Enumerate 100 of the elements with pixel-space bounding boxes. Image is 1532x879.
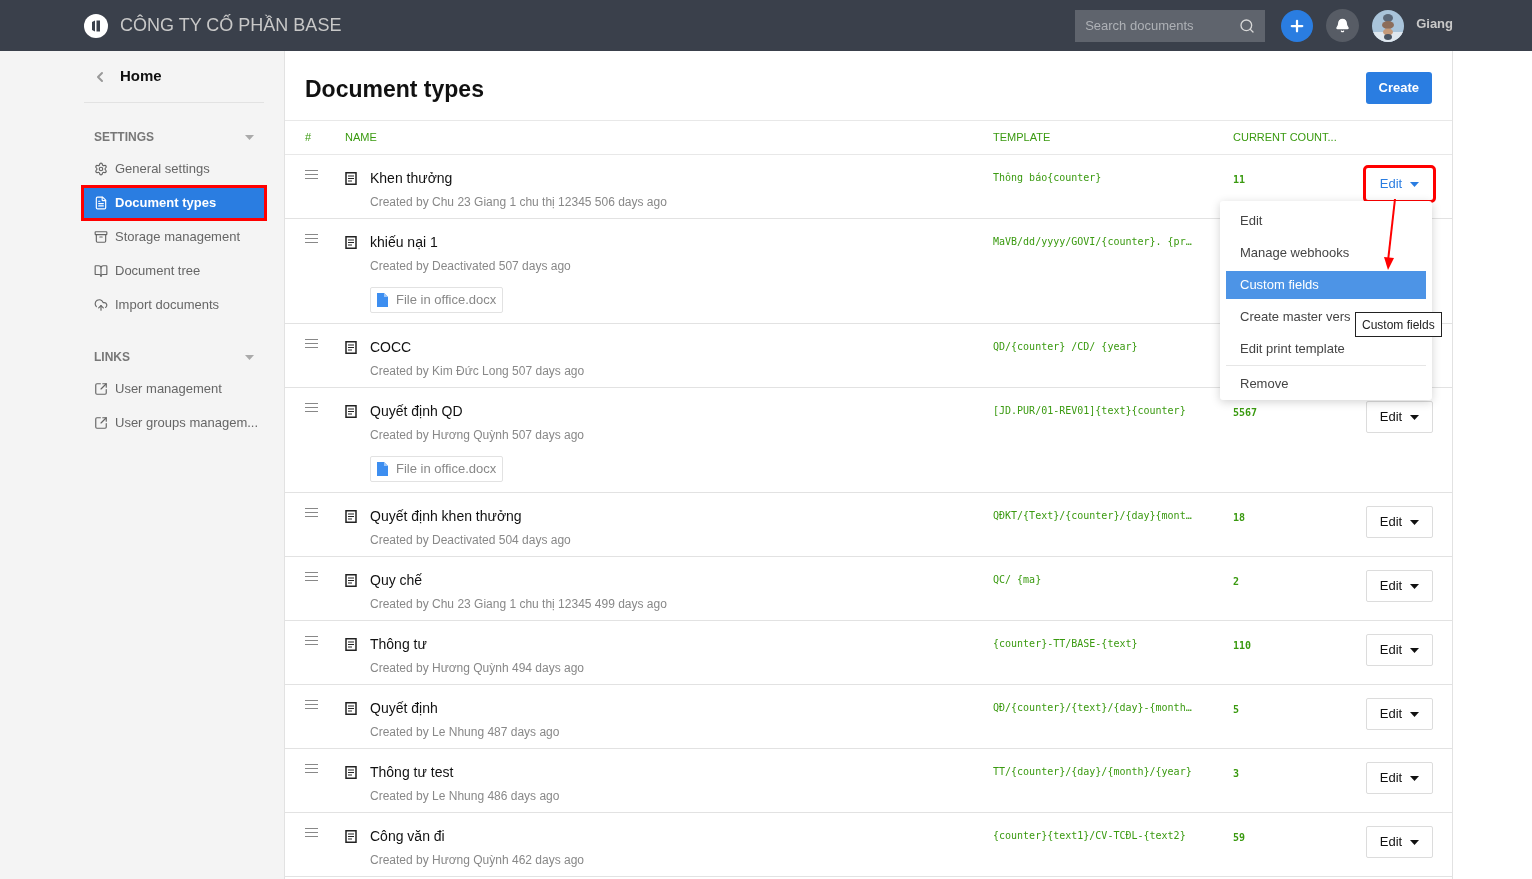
edit-dropdown-button[interactable]: Edit <box>1366 168 1433 200</box>
search-field[interactable]: Search documents <box>1075 9 1266 42</box>
sidebar-item[interactable]: Document types <box>84 188 264 218</box>
docx-file-icon <box>377 293 388 307</box>
count-text: 3 <box>1233 767 1241 781</box>
edit-dropdown-button[interactable]: Edit <box>1366 762 1433 794</box>
template-text: {counter}-TT/BASE-{text} <box>993 637 1139 651</box>
sidebar-item[interactable]: Document tree <box>84 256 264 286</box>
drag-handle-icon[interactable] <box>305 828 318 837</box>
caret-icon <box>1410 839 1420 845</box>
count-text: 18 <box>1233 511 1247 525</box>
edit-dropdown-button[interactable]: Edit <box>1366 826 1433 858</box>
add-button[interactable] <box>1281 9 1314 42</box>
document-type-name[interactable]: Thông tư test <box>370 762 454 783</box>
created-by-text: Created by Hương Quỳnh 507 days ago <box>370 427 586 444</box>
external-link-icon <box>94 416 108 430</box>
docx-file-icon <box>377 462 388 476</box>
document-type-name[interactable]: Quyết định <box>370 698 438 719</box>
drag-handle-icon[interactable] <box>305 234 318 243</box>
drag-handle-icon[interactable] <box>305 339 318 348</box>
caret-icon <box>1410 414 1420 420</box>
sidebar-item[interactable]: User groups managem... <box>84 408 264 438</box>
drag-handle-icon[interactable] <box>305 508 318 517</box>
document-type-name[interactable]: Quyết định QD <box>370 401 463 422</box>
section-title: SETTINGS <box>94 129 154 146</box>
document-type-name[interactable]: Quy chế <box>370 570 423 591</box>
template-text: Thông báo{counter} <box>993 171 1103 185</box>
caret-icon <box>1410 181 1420 187</box>
edit-dropdown-button[interactable]: Edit <box>1366 570 1433 602</box>
tooltip: Custom fields <box>1355 312 1442 337</box>
edit-dropdown-button[interactable]: Edit <box>1366 506 1433 538</box>
created-by-text: Created by Le Nhung 486 days ago <box>370 788 561 805</box>
document-icon <box>345 510 357 523</box>
archive-icon <box>94 230 108 244</box>
caret-icon <box>1410 519 1420 525</box>
document-type-name[interactable]: Thông tư <box>370 634 427 655</box>
user-name[interactable]: Giang <box>1416 13 1453 34</box>
document-icon <box>345 638 357 651</box>
created-by-text: Created by Le Nhung 487 days ago <box>370 724 561 741</box>
caret-icon <box>1410 775 1420 781</box>
column-header: # <box>304 130 313 146</box>
attachment-chip[interactable]: File in office.docx <box>370 456 504 482</box>
count-text: 5567 <box>1233 406 1259 420</box>
column-header: CURRENT COUNT... <box>1233 130 1338 146</box>
created-by-text: Created by Hương Quỳnh 494 days ago <box>370 660 586 677</box>
template-text: {counter}{text1}/CV-TCĐL-{text2} <box>993 829 1187 843</box>
template-text: QD/{counter} /CD/ {year} <box>993 340 1139 354</box>
document-icon <box>345 405 357 418</box>
drag-handle-icon[interactable] <box>305 572 318 581</box>
drag-handle-icon[interactable] <box>305 764 318 773</box>
created-by-text: Created by Hương Quỳnh 462 days ago <box>370 852 586 869</box>
external-link-icon <box>94 382 108 396</box>
document-type-name[interactable]: COCC <box>370 337 412 358</box>
caret-icon <box>1410 711 1420 717</box>
bell-icon <box>1335 18 1351 33</box>
annotation-arrow <box>1383 199 1397 271</box>
search-icon <box>1239 17 1256 34</box>
template-text: QC/ {ma} <box>993 573 1043 587</box>
menu-item[interactable]: Manage webhooks <box>1226 239 1426 267</box>
sidebar-item[interactable]: Import documents <box>84 290 264 320</box>
created-by-text: Created by Chu 23 Giang 1 chu thị 12345 506 days ago <box>370 194 668 211</box>
home-link[interactable]: Home <box>120 65 162 88</box>
document-type-name[interactable]: khiếu nại 1 <box>370 232 438 253</box>
menu-item[interactable]: Remove <box>1226 370 1426 398</box>
menu-item[interactable]: Edit print template <box>1226 335 1426 363</box>
document-icon <box>345 574 357 587</box>
create-button[interactable]: Create <box>1365 71 1432 104</box>
drag-handle-icon[interactable] <box>305 700 318 709</box>
created-by-text: Created by Chu 23 Giang 1 chu thị 12345 499 days ago <box>370 596 668 613</box>
drag-handle-icon[interactable] <box>305 636 318 645</box>
count-text: 5 <box>1233 703 1241 717</box>
template-text: MaVB/dd/yyyy/GOVI/{counter}. {pr… <box>993 235 1193 249</box>
count-text: 110 <box>1233 639 1253 653</box>
drag-handle-icon[interactable] <box>305 170 318 179</box>
page-title: Document types <box>305 75 484 105</box>
column-header: NAME <box>345 130 378 146</box>
document-type-name[interactable]: Công văn đi <box>370 826 445 847</box>
menu-item[interactable]: Edit <box>1226 207 1426 235</box>
sidebar-item[interactable]: General settings <box>84 154 264 184</box>
count-text: 59 <box>1233 831 1247 845</box>
sidebar-item[interactable]: Storage management <box>84 222 264 252</box>
template-text: QĐ/{counter}/{text}/{day}-{month… <box>993 701 1193 715</box>
sidebar-item[interactable]: User management <box>84 374 264 404</box>
edit-dropdown-button[interactable]: Edit <box>1366 698 1433 730</box>
edit-dropdown-button[interactable]: Edit <box>1366 634 1433 666</box>
logo-icon <box>84 13 108 38</box>
notification-button[interactable] <box>1326 9 1360 42</box>
drag-handle-icon[interactable] <box>305 403 318 412</box>
attachment-chip[interactable]: File in office.docx <box>370 287 504 313</box>
caret-icon <box>1410 647 1420 653</box>
document-type-name[interactable]: Quyết định khen thưởng <box>370 506 522 527</box>
caret-icon[interactable] <box>245 134 254 140</box>
column-header: TEMPLATE <box>993 130 1052 146</box>
document-type-name[interactable]: Khen thưởng <box>370 168 453 189</box>
template-text: TT/{counter}/{day}/{month}/{year} <box>993 765 1193 779</box>
caret-icon <box>1410 583 1420 589</box>
caret-icon[interactable] <box>245 354 254 360</box>
book-icon <box>94 264 108 278</box>
section-title: LINKS <box>94 349 130 366</box>
edit-dropdown-button[interactable]: Edit <box>1366 401 1433 433</box>
